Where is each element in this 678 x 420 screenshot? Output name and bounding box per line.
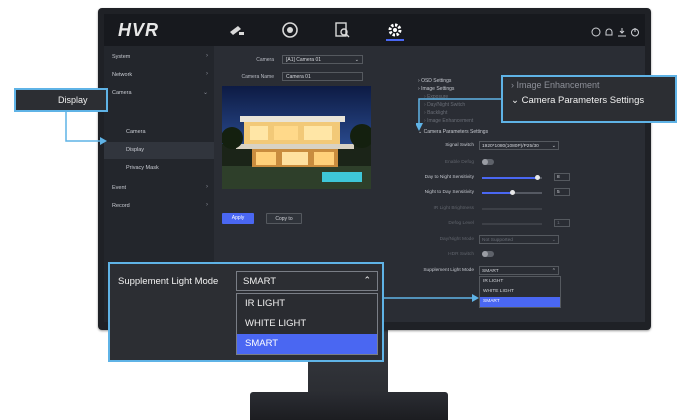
supplement-light-callout: Supplement Light Mode SMART ⌃ IR LIGHT W…: [108, 262, 384, 362]
option-white-light[interactable]: WHITE LIGHT: [480, 287, 560, 297]
ir-light-brightness-slider[interactable]: [482, 208, 542, 210]
sidebar-item-event[interactable]: Event ›: [104, 180, 214, 197]
sidebar-item-display[interactable]: Display: [104, 142, 214, 159]
sidebar-item-privacy-mask[interactable]: Privacy Mask: [104, 160, 214, 177]
chevron-up-icon: ⌃: [551, 268, 556, 274]
supplement-light-label: Supplement Light Mode: [423, 268, 474, 273]
display-callout-label: Display: [58, 95, 88, 105]
sidebar-item-system[interactable]: System ›: [104, 49, 214, 66]
day-night-mode-label: Day/Night Mode: [439, 237, 474, 242]
sidebar-item-record[interactable]: Record ›: [104, 198, 214, 215]
night-to-day-value[interactable]: 5: [554, 188, 570, 196]
settings-icon[interactable]: [386, 21, 404, 41]
monitor-stand-base: [250, 392, 448, 420]
display-arrow: [65, 110, 107, 145]
alarm-icon[interactable]: [604, 24, 614, 36]
image-enhancement-callout-label: › Image Enhancement: [511, 80, 600, 90]
menu-osd-settings[interactable]: › OSD Settings: [418, 78, 451, 84]
option-smart[interactable]: SMART: [480, 297, 560, 307]
callout-option-white-light[interactable]: WHITE LIGHT: [237, 314, 377, 334]
top-bar: HVR: [104, 14, 645, 46]
supplement-light-callout-label: Supplement Light Mode: [118, 276, 219, 287]
camera-name-input[interactable]: Camera 01: [282, 72, 363, 81]
day-night-mode-select[interactable]: Not Supported ⌄: [479, 235, 559, 244]
chevron-down-icon: ⌄: [551, 143, 556, 149]
camera-label: Camera: [256, 57, 274, 63]
day-to-night-slider[interactable]: [482, 175, 542, 180]
supplement-light-callout-select[interactable]: SMART ⌃: [236, 271, 378, 291]
defog-level-label: Defog Level: [448, 221, 474, 226]
supplement-light-dropdown: IR LIGHT WHITE LIGHT SMART: [479, 276, 561, 308]
ir-light-brightness-label: IR Light Brightness: [433, 206, 474, 211]
camera-params-callout-label: ⌄ Camera Parameters Settings: [511, 95, 645, 106]
download-icon[interactable]: [617, 24, 627, 37]
camera-params-arrow: [416, 98, 502, 131]
supplement-light-select[interactable]: SMART ⌃: [479, 266, 559, 275]
enable-defog-toggle[interactable]: [482, 159, 494, 165]
search-icon[interactable]: [333, 21, 351, 39]
chevron-up-icon: ⌃: [363, 275, 371, 285]
camera-params-callout: › Image Enhancement ⌄ Camera Parameters …: [501, 75, 677, 123]
supplement-light-callout-dropdown: IR LIGHT WHITE LIGHT SMART: [236, 293, 378, 355]
playback-icon[interactable]: [281, 21, 299, 39]
enable-defog-label: Enable Defog: [444, 160, 474, 165]
slider-knob[interactable]: [510, 190, 515, 195]
defog-level-value[interactable]: 1: [554, 219, 570, 227]
day-to-night-value[interactable]: 8: [554, 173, 570, 181]
sidebar-item-network[interactable]: Network ›: [104, 67, 214, 84]
copy-to-button[interactable]: Copy to: [266, 213, 302, 224]
defog-level-slider[interactable]: [482, 223, 542, 225]
apply-button[interactable]: Apply: [222, 213, 254, 224]
day-to-night-label: Day to Night Sensitivity: [424, 175, 474, 180]
supplement-light-arrow: [384, 294, 479, 302]
camera-select[interactable]: [A1] Camera 01 ⌄: [282, 55, 363, 64]
hdr-switch-label: HDR Switch: [448, 252, 474, 257]
chevron-down-icon: ⌄: [551, 237, 556, 243]
callout-option-smart[interactable]: SMART: [237, 334, 377, 354]
camera-icon[interactable]: [228, 21, 246, 39]
callout-option-ir-light[interactable]: IR LIGHT: [237, 294, 377, 314]
signal-switch-select[interactable]: 1920*1080(1080P)/P25/30 ⌄: [479, 141, 559, 150]
night-to-day-label: Night to Day Sensitivity: [424, 190, 474, 195]
signal-switch-label: Signal Switch: [445, 143, 474, 148]
camera-preview: [222, 86, 371, 189]
menu-image-settings[interactable]: › Image Settings: [418, 86, 454, 92]
info-icon[interactable]: [591, 24, 601, 37]
camera-name-label: Camera Name: [241, 74, 274, 80]
sidebar-item-camera[interactable]: Camera: [104, 124, 214, 141]
sidebar-item-camera-group[interactable]: Camera ⌄: [104, 85, 214, 102]
hdr-switch-toggle[interactable]: [482, 251, 494, 257]
night-to-day-slider[interactable]: [482, 190, 542, 195]
power-icon[interactable]: [630, 24, 640, 37]
option-ir-light[interactable]: IR LIGHT: [480, 277, 560, 287]
slider-knob[interactable]: [535, 175, 540, 180]
chevron-down-icon: ⌄: [354, 57, 359, 63]
app-logo: HVR: [118, 20, 160, 40]
display-callout: Display: [14, 88, 108, 112]
